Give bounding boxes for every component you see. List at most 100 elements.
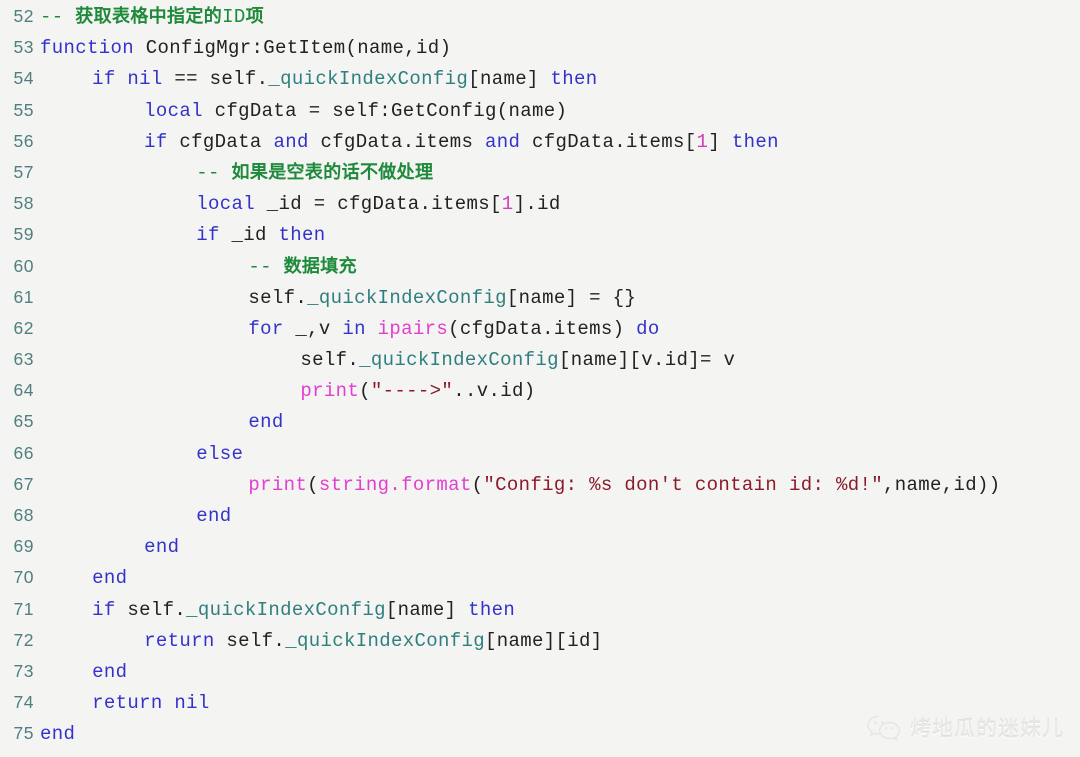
code-token: --: [40, 6, 76, 28]
code-listing: 52 -- 获取表格中指定的ID项 53 function ConfigMgr:Get…: [0, 1, 1080, 750]
code-text: else: [40, 439, 1080, 470]
line-number: 73: [13, 660, 34, 681]
code-token: _quickIndexConfig: [307, 286, 507, 309]
code-text: -- 数据填充: [40, 251, 1080, 283]
code-token: _quickIndexConfig: [359, 349, 559, 372]
code-line: 74 return nil: [0, 687, 1080, 718]
code-token: [name] = {}: [506, 286, 637, 309]
code-text: return nil: [40, 688, 1080, 719]
code-token: ,name,id)): [882, 473, 1001, 496]
code-token: (: [307, 473, 319, 496]
code-token: ]: [708, 130, 732, 153]
line-number: 56: [13, 130, 34, 151]
code-text: if _id then: [40, 220, 1080, 251]
code-text: local _id = cfgData.items[1].id: [40, 189, 1080, 220]
code-line: 62 for _,v in ipairs(cfgData.items) do: [0, 313, 1080, 344]
line-number: 69: [13, 536, 34, 557]
line-number: 63: [13, 349, 34, 370]
code-token: end: [92, 567, 128, 590]
code-line: 53 function ConfigMgr:GetItem(name,id): [0, 32, 1080, 63]
code-token: == self.: [162, 68, 269, 91]
code-token: (cfgData.items): [448, 317, 637, 340]
code-token: _quickIndexConfig: [186, 598, 386, 621]
code-token: 数据填充: [283, 255, 357, 277]
code-text: return self._quickIndexConfig[name][id]: [40, 626, 1080, 657]
line-number: 55: [13, 99, 34, 120]
code-token: [name][v.id]= v: [558, 349, 736, 372]
code-token: [name][id]: [484, 629, 603, 652]
code-token: ].id: [513, 193, 561, 216]
line-number: 52: [13, 6, 34, 26]
code-text: end: [40, 719, 1080, 750]
code-token: "---->": [370, 380, 454, 403]
code-token: --: [196, 161, 232, 184]
code-token: ID: [222, 6, 246, 28]
code-token: in: [342, 317, 366, 340]
code-token: string.format: [318, 473, 472, 496]
code-line: 63 self._quickIndexConfig[name][v.id]= v: [0, 344, 1080, 375]
code-token: _,v: [283, 317, 343, 340]
code-token: "Config: %s don't contain id: %d!": [483, 473, 883, 496]
code-token: 如果是空表的话不做处理: [231, 161, 434, 183]
code-line: 54 if nil == self._quickIndexConfig[name]…: [0, 63, 1080, 94]
code-token: if: [144, 130, 168, 153]
line-number: 62: [13, 317, 34, 338]
code-line: 57 -- 如果是空表的话不做处理: [0, 157, 1080, 188]
code-text: self._quickIndexConfig[name] = {}: [40, 283, 1080, 314]
code-text: for _,v in ipairs(cfgData.items) do: [40, 314, 1080, 345]
code-line: 70 end: [0, 562, 1080, 593]
code-line: 61 self._quickIndexConfig[name] = {}: [0, 282, 1080, 313]
line-number: 71: [13, 598, 34, 619]
line-number: 65: [13, 411, 34, 432]
line-number: 70: [13, 567, 34, 588]
code-token: 获取表格中指定的: [75, 6, 223, 27]
code-line: 58 local _id = cfgData.items[1].id: [0, 188, 1080, 219]
line-number: 59: [13, 224, 34, 245]
code-token: if: [92, 598, 116, 621]
code-token: else: [196, 442, 244, 465]
code-token: self.: [248, 286, 308, 309]
code-token: 1: [696, 130, 709, 153]
code-text: end: [40, 563, 1080, 594]
code-text: print(string.format("Config: %s don't co…: [40, 470, 1080, 501]
line-number: 74: [13, 692, 34, 713]
code-token: then: [278, 224, 326, 247]
code-text: local cfgData = self:GetConfig(name): [40, 96, 1080, 127]
code-token: then: [550, 68, 598, 91]
code-text: end: [40, 532, 1080, 563]
code-token: function: [40, 37, 135, 60]
code-token: cfgData.items: [308, 130, 485, 153]
code-token: self.: [214, 629, 286, 652]
code-token: cfgData.items[: [520, 130, 697, 153]
code-token: return: [92, 692, 163, 715]
code-token: return: [144, 629, 215, 652]
code-token: nil: [127, 68, 163, 91]
code-line: 69 end: [0, 531, 1080, 562]
code-token: self.: [300, 349, 360, 372]
code-token: (: [471, 473, 484, 496]
line-number: 75: [13, 723, 34, 744]
code-token: print: [300, 380, 360, 403]
line-number: 67: [13, 473, 34, 494]
code-text: self._quickIndexConfig[name][v.id]= v: [40, 345, 1080, 376]
code-token: ConfigMgr:GetItem(name,id): [134, 37, 452, 60]
code-token: end: [196, 505, 232, 527]
code-token: ..v.id): [453, 380, 536, 403]
code-line: 71 if self._quickIndexConfig[name] then: [0, 594, 1080, 625]
code-text: if cfgData and cfgData.items and cfgData…: [40, 127, 1080, 158]
code-token: [name]: [385, 598, 469, 621]
code-text: -- 如果是空表的话不做处理: [40, 157, 1080, 189]
code-token: ipairs: [377, 317, 449, 340]
code-text: if nil == self._quickIndexConfig[name] t…: [40, 64, 1080, 95]
code-token: print: [248, 473, 308, 496]
code-line: 68 end: [0, 500, 1080, 531]
code-line: 56 if cfgData and cfgData.items and cfgDa…: [0, 126, 1080, 157]
code-token: (: [359, 380, 371, 403]
line-number: 64: [13, 380, 34, 401]
code-viewer: 52 -- 获取表格中指定的ID项 53 function ConfigMgr:Get…: [0, 0, 1080, 757]
code-token: 项: [245, 6, 264, 27]
code-line: 67 print(string.format("Config: %s don't …: [0, 469, 1080, 500]
